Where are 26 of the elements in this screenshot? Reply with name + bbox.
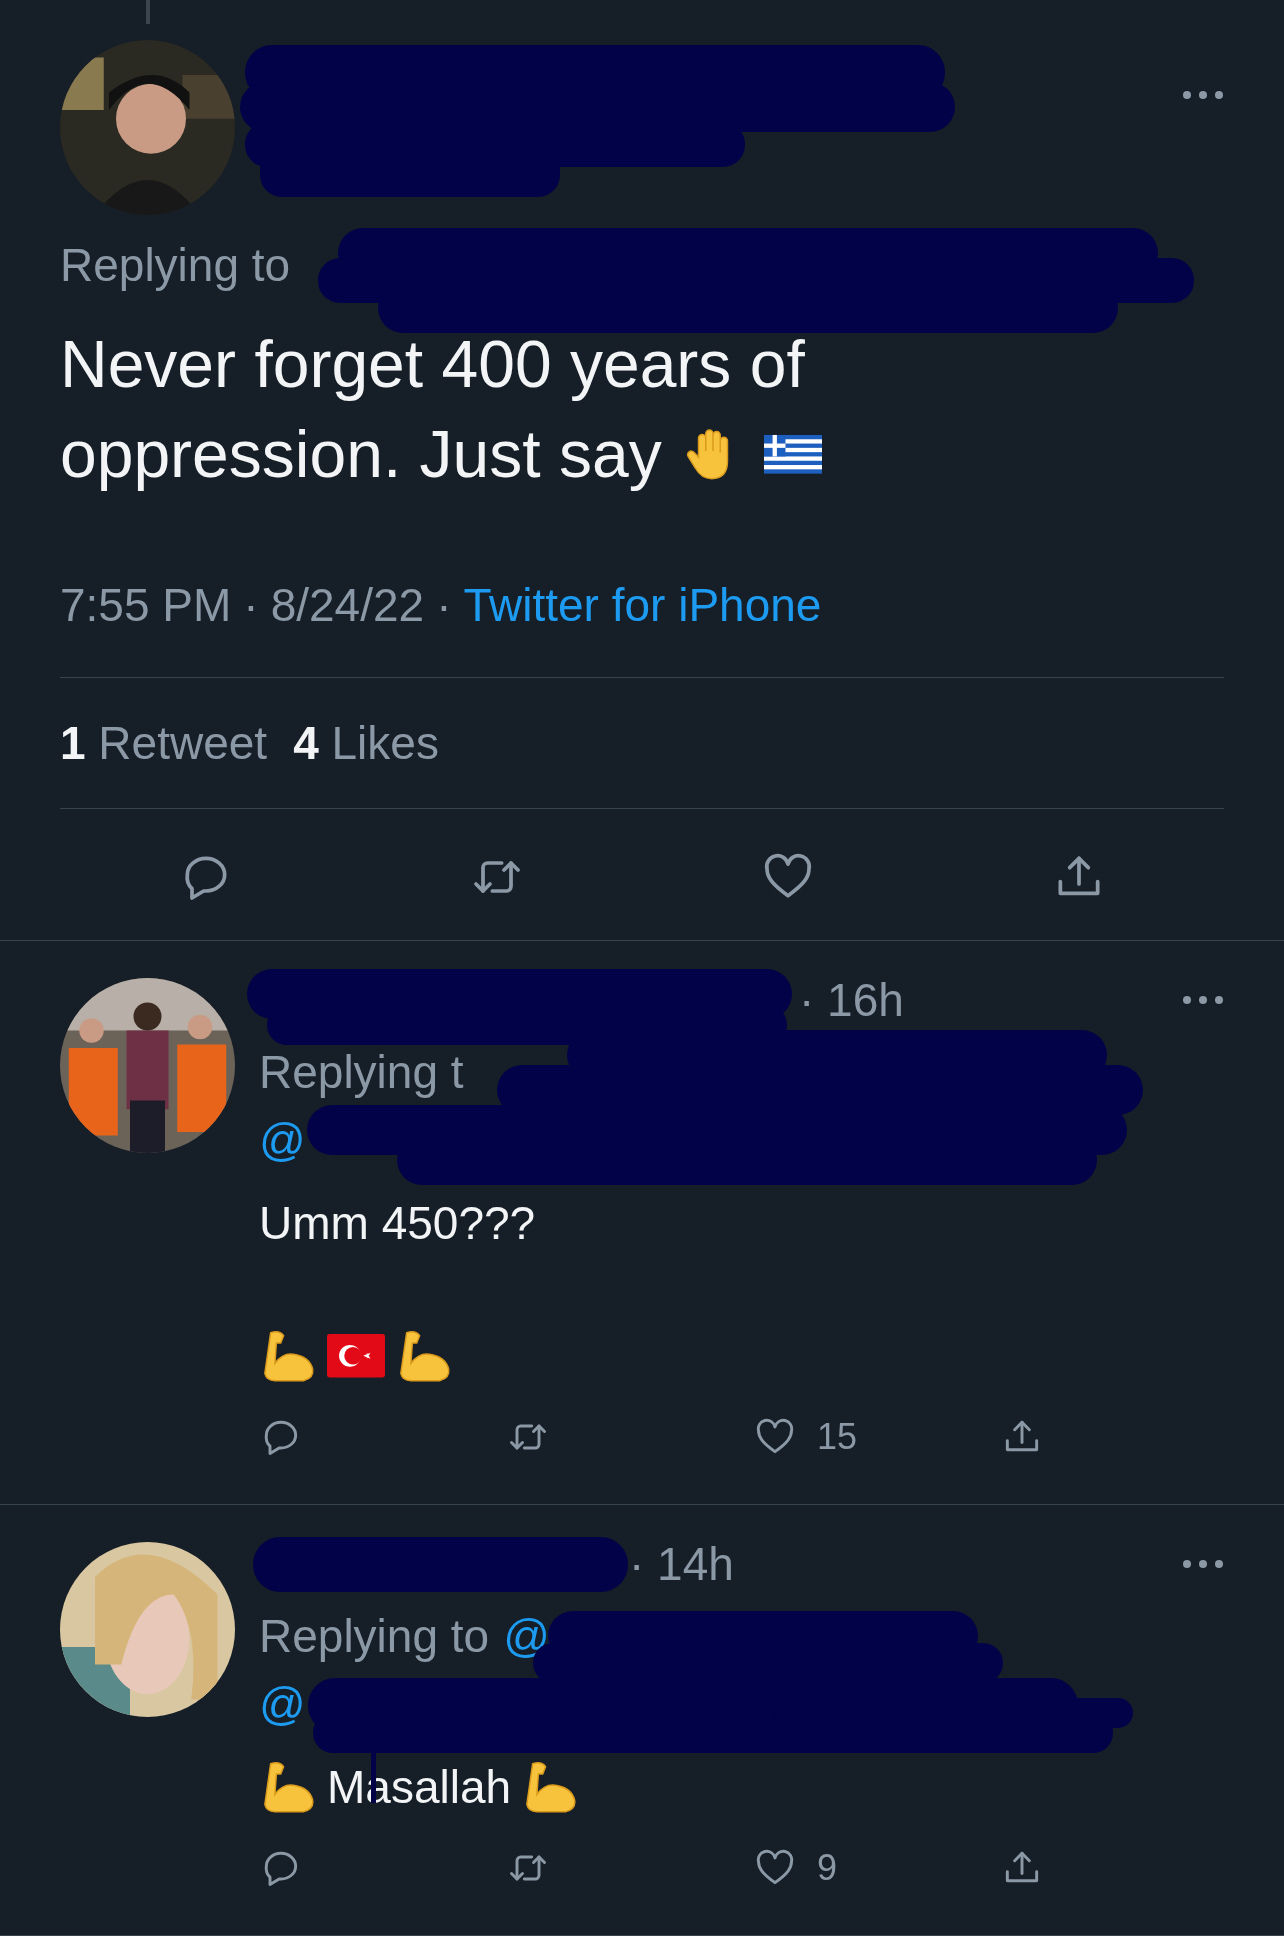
replying-label: Replying to [259, 1610, 490, 1662]
separator-dot: · [436, 578, 452, 633]
tweet-date: 8/24/22 [270, 578, 425, 633]
like-count: 15 [817, 1416, 858, 1458]
reply-text: Umm 450??? [259, 1196, 536, 1251]
greek-flag-icon [763, 433, 822, 475]
handle-link[interactable]: @ [503, 1610, 550, 1662]
stat-link[interactable]: 1 Retweet [60, 713, 268, 773]
more-icon[interactable] [1182, 90, 1224, 100]
handle-link[interactable]: @ [259, 1678, 306, 1730]
reply-text: Masallah [327, 1760, 512, 1815]
turkish-flag-icon [327, 1334, 385, 1378]
tweet-text: oppression. Just say [60, 416, 662, 493]
handle-link[interactable]: @ [259, 1114, 306, 1166]
tweet-time: 7:55 PM [60, 578, 232, 633]
more-icon[interactable] [1182, 995, 1224, 1005]
replying-label: Replying t [259, 1046, 464, 1098]
more-icon[interactable] [1182, 1559, 1224, 1569]
tweet-text: Never forget 400 years of [60, 326, 805, 403]
stat-link[interactable]: 4 Likes [293, 713, 439, 773]
source-link[interactable]: Twitter for iPhone [463, 575, 822, 635]
replying-label: Replying to [60, 239, 291, 291]
separator-dot: · [243, 578, 259, 633]
reply-time: · 16h [799, 974, 904, 1026]
reply-time: · 14h [629, 1538, 734, 1590]
like-count: 9 [817, 1847, 838, 1889]
